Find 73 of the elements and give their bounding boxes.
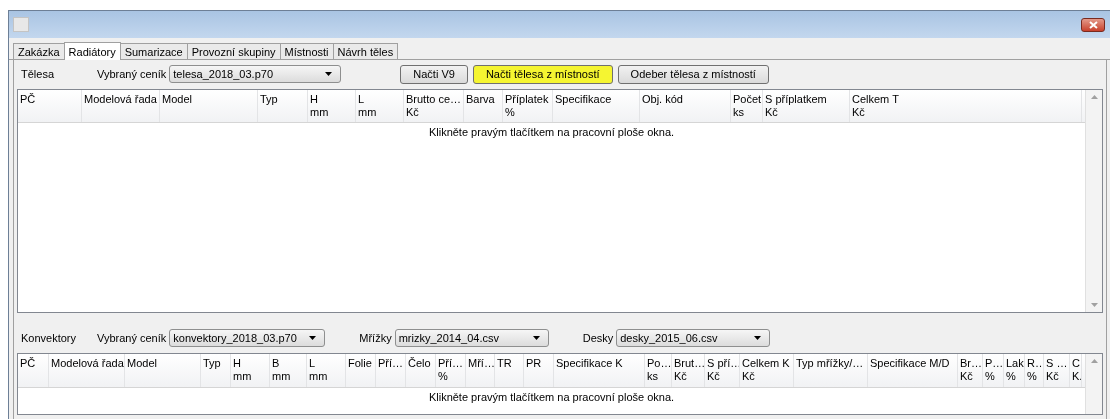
pricelist-dropdown[interactable]: telesa_2018_03.p70 <box>169 65 342 83</box>
tab[interactable]: Provozní skupiny <box>186 43 281 59</box>
column-header[interactable]: Po… ks <box>645 354 672 387</box>
scrollbar[interactable] <box>1085 354 1102 414</box>
scroll-up-icon[interactable] <box>1090 359 1098 363</box>
column-header[interactable]: Lak % <box>1004 354 1025 387</box>
app-icon <box>13 17 29 32</box>
column-header[interactable]: Br… Kč <box>958 354 983 387</box>
column-header[interactable]: B mm <box>270 354 307 387</box>
column-header[interactable]: L mm <box>307 354 346 387</box>
pricelist-label: Vybraný ceník <box>96 332 167 344</box>
column-header[interactable]: S příplatkem Kč <box>763 90 850 122</box>
close-icon <box>1088 20 1098 29</box>
column-header[interactable]: Typ <box>201 354 231 387</box>
action-button[interactable]: Načti tělesa z místností <box>472 64 613 84</box>
column-header[interactable]: Model <box>160 90 258 122</box>
column-header[interactable]: PČ <box>18 90 82 122</box>
column-header[interactable]: Celkem K Kč <box>740 354 794 387</box>
boards-dropdown[interactable]: desky_2015_06.csv <box>616 329 771 347</box>
column-header[interactable]: P… % <box>983 354 1004 387</box>
column-header[interactable]: Počet ks <box>731 90 763 122</box>
close-button[interactable] <box>1081 17 1105 32</box>
column-header[interactable]: Brut… Kč <box>672 354 705 387</box>
column-header[interactable]: Pří… <box>376 354 406 387</box>
column-header[interactable]: Barva <box>464 90 503 122</box>
action-button[interactable]: Načti V9 <box>400 64 468 84</box>
tab[interactable]: Radiátory <box>63 42 121 60</box>
column-header[interactable]: Mří… <box>466 354 495 387</box>
dropdown-arrow-icon <box>325 72 333 76</box>
tab[interactable]: Zakázka <box>13 43 65 59</box>
column-header[interactable]: H mm <box>231 354 270 387</box>
column-header[interactable]: Modelová řada <box>49 354 125 387</box>
action-button[interactable]: Odeber tělesa z místností <box>617 64 769 84</box>
column-header[interactable]: H mm <box>308 90 356 122</box>
grilles-label: Mřížky <box>358 332 392 344</box>
tab[interactable]: Místnosti <box>279 43 334 59</box>
empty-table-message: Klikněte pravým tlačítkem na pracovní ploše okna. <box>427 390 676 403</box>
column-header[interactable]: Modelová řada <box>82 90 160 122</box>
pricelist-dropdown[interactable]: konvektory_2018_03.p70 <box>169 329 326 347</box>
grilles-dropdown[interactable]: mrizky_2014_04.csv <box>394 329 549 347</box>
column-header[interactable]: Model <box>125 354 201 387</box>
boards-label: Desky <box>581 332 614 344</box>
column-header[interactable]: R… % <box>1025 354 1044 387</box>
column-header[interactable]: S … Kč <box>1044 354 1070 387</box>
column-header[interactable]: Obj. kód <box>640 90 731 122</box>
scrollbar[interactable] <box>1085 90 1102 312</box>
tab[interactable]: Návrh těles <box>332 43 399 59</box>
dropdown-arrow-icon <box>754 336 762 340</box>
column-header[interactable]: Folie <box>346 354 376 387</box>
column-header[interactable]: Specifikace K <box>554 354 645 387</box>
column-header[interactable]: L mm <box>356 90 404 122</box>
column-header[interactable]: Specifikace <box>553 90 640 122</box>
tab[interactable]: Sumarizace <box>119 43 188 59</box>
pricelist-label: Vybraný ceník <box>96 68 167 80</box>
column-header[interactable]: Celkem T Kč <box>850 90 1082 122</box>
column-header[interactable]: PR <box>524 354 554 387</box>
column-header[interactable]: TR <box>495 354 524 387</box>
dropdown-arrow-icon <box>309 336 317 340</box>
column-header[interactable]: Příplatek % <box>503 90 553 122</box>
section-label: Konvektory <box>20 332 78 344</box>
column-header[interactable]: Pří… % <box>436 354 466 387</box>
scroll-down-icon[interactable] <box>1090 303 1098 307</box>
section-label: Tělesa <box>20 68 56 80</box>
empty-table-message: Klikněte pravým tlačítkem na pracovní ploše okna. <box>427 125 676 138</box>
dropdown-arrow-icon <box>532 336 540 340</box>
scroll-up-icon[interactable] <box>1090 95 1098 99</box>
column-header[interactable]: Typ <box>258 90 308 122</box>
column-header[interactable]: Typ mřížky/… <box>794 354 868 387</box>
column-header[interactable]: PČ <box>18 354 49 387</box>
column-header[interactable]: S pří… Kč <box>705 354 740 387</box>
column-header[interactable]: Čelo <box>406 354 436 387</box>
column-header[interactable]: Specifikace M/D <box>868 354 958 387</box>
column-header[interactable]: Brutto ce… Kč <box>404 90 464 122</box>
